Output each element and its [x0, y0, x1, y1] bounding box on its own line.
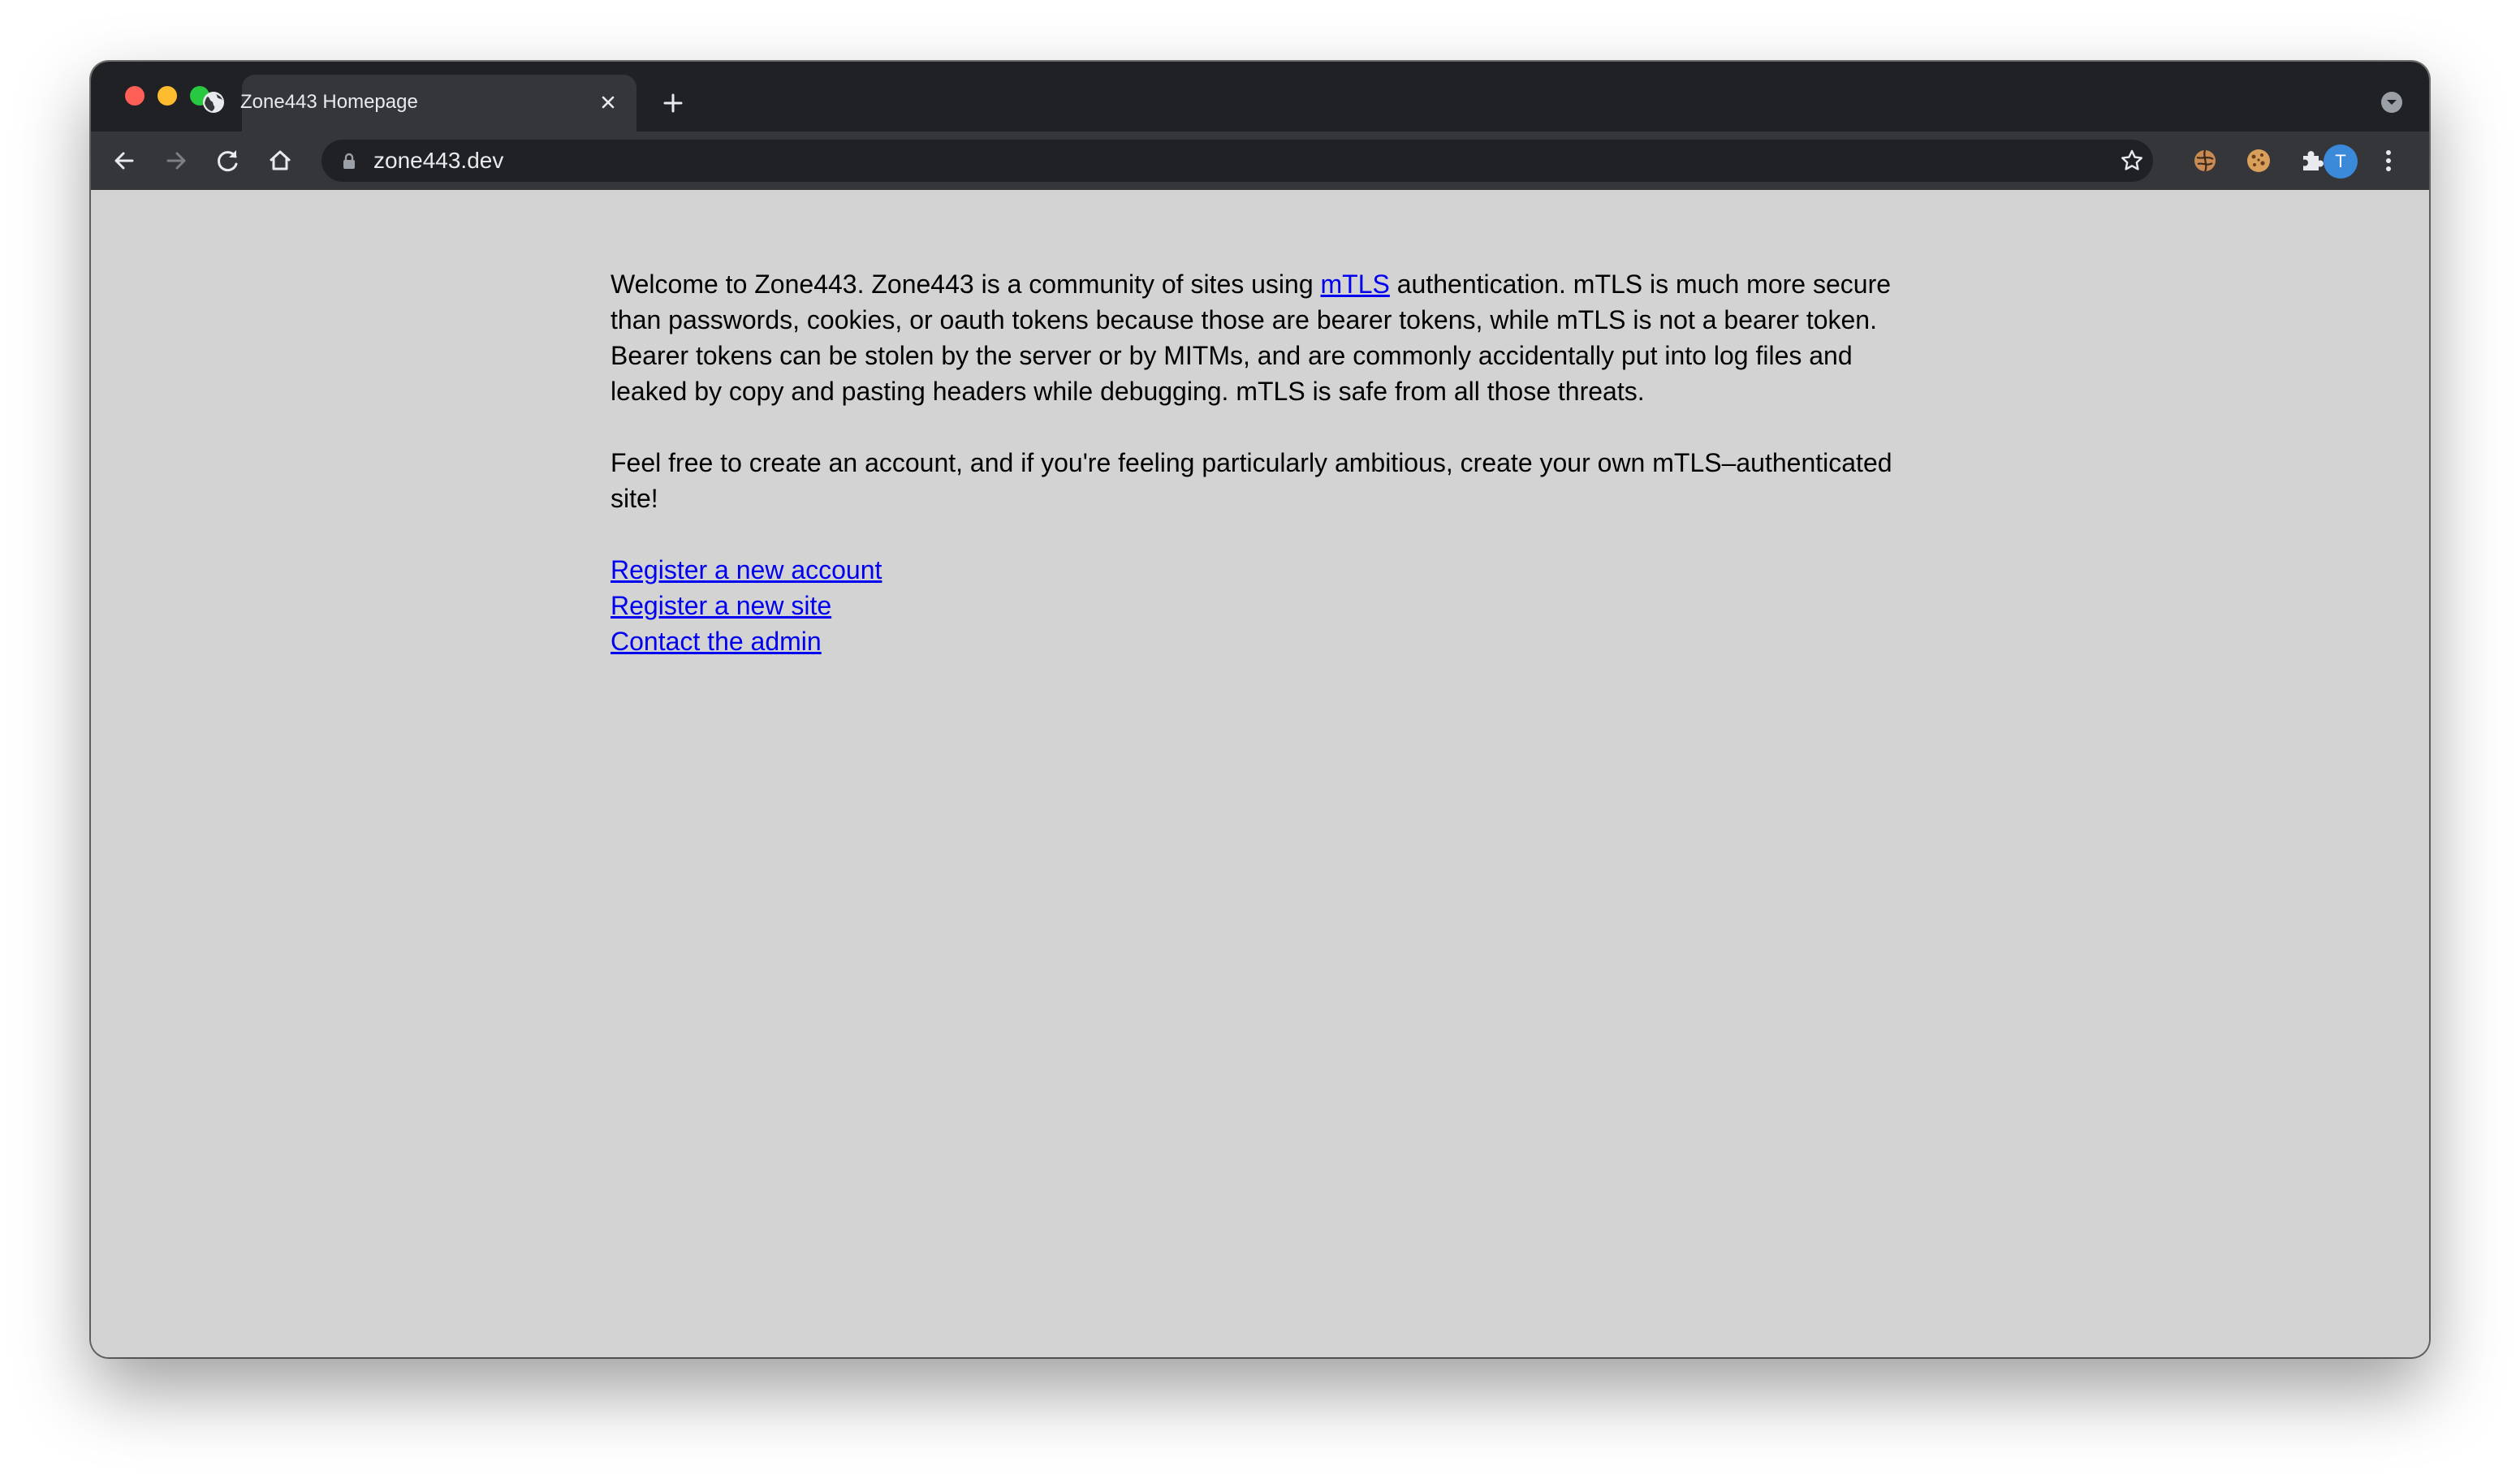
profile-avatar[interactable]: T	[2324, 144, 2358, 179]
home-icon[interactable]	[263, 144, 297, 178]
intro-paragraph: Welcome to Zone443. Zone443 is a communi…	[611, 266, 1909, 409]
close-window-button[interactable]	[125, 86, 145, 106]
star-icon[interactable]	[2117, 146, 2147, 175]
intro-text-before-link: Welcome to Zone443. Zone443 is a communi…	[611, 269, 1321, 299]
kebab-menu-icon[interactable]	[2375, 144, 2401, 177]
article: Welcome to Zone443. Zone443 is a communi…	[611, 266, 1909, 659]
links-list: Register a new account Register a new si…	[611, 552, 1909, 659]
register-site-link[interactable]: Register a new site	[611, 588, 831, 623]
toolbar: zone443.dev T	[91, 132, 2429, 190]
page-content: Welcome to Zone443. Zone443 is a communi…	[91, 190, 2429, 1357]
tab-title: Zone443 Homepage	[240, 91, 418, 113]
browser-window: Zone443 Homepage zone443.dev T Welcome t…	[91, 62, 2429, 1357]
plus-icon	[663, 93, 683, 113]
invite-paragraph: Feel free to create an account, and if y…	[611, 448, 1892, 513]
mtls-link[interactable]: mTLS	[1321, 269, 1390, 299]
contact-admin-link[interactable]: Contact the admin	[611, 623, 822, 659]
new-tab-button[interactable]	[658, 88, 688, 119]
forward-arrow-icon[interactable]	[159, 144, 193, 178]
url-text[interactable]: zone443.dev	[373, 147, 503, 175]
reload-icon[interactable]	[211, 144, 245, 178]
cookie-icon[interactable]	[2242, 144, 2275, 177]
back-arrow-icon[interactable]	[107, 144, 141, 178]
address-bar[interactable]: zone443.dev	[321, 140, 2153, 182]
lock-icon[interactable]	[339, 151, 359, 170]
tab-strip: Zone443 Homepage	[91, 62, 2429, 132]
extension-icon[interactable]	[2189, 144, 2221, 177]
minimize-window-button[interactable]	[158, 86, 177, 106]
tab-search-icon[interactable]	[2379, 89, 2405, 115]
globe-icon	[201, 90, 226, 114]
register-account-link[interactable]: Register a new account	[611, 552, 882, 588]
close-icon[interactable]	[594, 88, 622, 116]
